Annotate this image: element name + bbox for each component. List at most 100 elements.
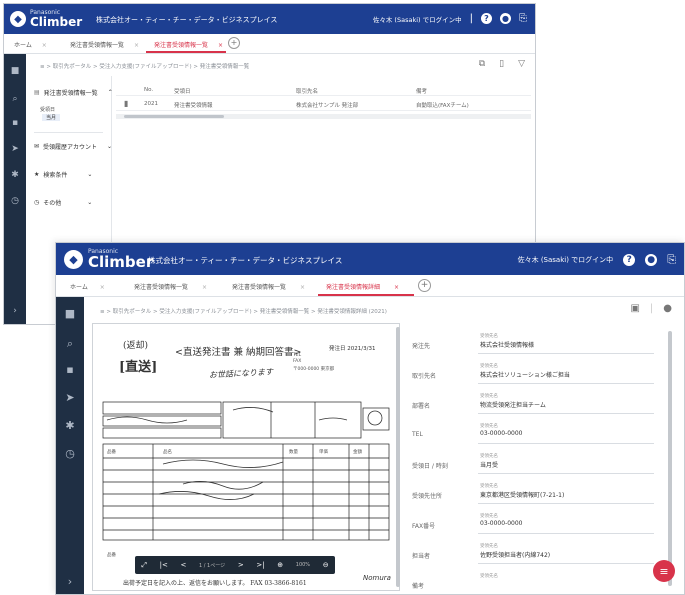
tab-home[interactable]: ホーム × [70, 282, 105, 291]
svg-text:数量: 数量 [289, 448, 298, 455]
breadcrumb: ≡ > 取引先ポータル > 受注入力支援(ファイルアップロード) > 発注書受領… [40, 64, 250, 70]
logout-icon[interactable]: ⎘ [667, 253, 676, 267]
gear-icon[interactable]: ✱ [4, 170, 26, 180]
collapse-icon[interactable]: ⌃ [108, 89, 113, 96]
brand-logo[interactable]: ◆ Panasonic Climber [10, 10, 82, 28]
fields-scrollbar[interactable] [668, 331, 672, 586]
tab-close-icon[interactable]: × [300, 284, 305, 291]
receipt-table: No. 受領日 取引先名 備考 ▮ 2021 発注書受領情報 株式会社サンプル … [116, 84, 531, 124]
filter-icon[interactable]: ⧉ [479, 59, 485, 69]
tab-bar: ホーム × 発注書受領情報一覧 × 発注書受領情報一覧 × + [4, 34, 535, 54]
field-notes[interactable]: 備考 受領先名 [412, 571, 662, 593]
zoom-out-icon[interactable]: ⊖ [323, 561, 329, 569]
help-icon[interactable]: ? [623, 254, 636, 266]
doc-kind: [直送] [119, 360, 158, 375]
add-tab-button[interactable]: + [418, 279, 431, 292]
info-icon[interactable]: ● [663, 303, 672, 314]
columns-icon[interactable]: ▯ [499, 59, 504, 69]
user-icon[interactable]: ● [500, 13, 511, 24]
tab-bar: ホーム × 発注書受領情報一覧 × 発注書受領情報一覧 × 発注書受領情報詳細 … [56, 275, 684, 297]
send-icon[interactable]: ➤ [4, 144, 26, 154]
logout-icon[interactable]: ⎘ [519, 13, 527, 24]
climber-logo-icon: ◆ [10, 11, 26, 27]
table-row[interactable]: ▮ 2021 発注書受領情報 株式会社サンプル 発注部 自動取込(FAXチーム) [116, 97, 531, 111]
zoom-level: 100% [295, 562, 311, 568]
help-icon[interactable]: ? [481, 13, 492, 24]
divider [34, 132, 103, 133]
clock-icon: ◷ [34, 199, 40, 206]
chevron-down-icon[interactable]: ⌄ [107, 143, 112, 150]
tab-close-icon[interactable]: × [134, 42, 139, 49]
tree-node-date[interactable]: 受領日 [40, 106, 55, 113]
tree-node-month[interactable]: 当月 [42, 114, 61, 121]
building-icon[interactable]: ▪ [4, 118, 26, 128]
move-icon[interactable]: ⤢ [141, 561, 147, 570]
active-tab-underline [146, 51, 226, 53]
tree-root[interactable]: ▤ 発注書受領情報一覧 ⌃ [34, 88, 113, 97]
last-page-button[interactable]: >| [256, 561, 264, 569]
tab-home[interactable]: ホーム × [14, 40, 47, 49]
funnel-icon[interactable]: ▽ [518, 59, 525, 69]
horizontal-scrollbar[interactable] [116, 114, 531, 119]
search-icon[interactable]: ⌕ [56, 337, 84, 351]
scroll-thumb[interactable] [124, 115, 224, 118]
tab-receipt-detail[interactable]: 発注書受領情報詳細 × [326, 282, 399, 291]
side-nav: ■ ⌕ ▪ ➤ ✱ ◷ › [56, 297, 84, 594]
menu-fab-button[interactable]: ≡ [653, 560, 675, 582]
gear-icon[interactable]: ✱ [56, 419, 84, 432]
field-address[interactable]: 受領先住所 受領先名 東京都港区受領情報町(7-21-1) [412, 481, 662, 511]
tab-receipt-list[interactable]: 発注書受領情報一覧 × [70, 40, 139, 49]
building-icon[interactable]: ▪ [56, 363, 84, 376]
toolbar: ▣ | ● [630, 303, 672, 314]
field-tel[interactable]: TEL 受領先名 03-0000-0000 [412, 421, 662, 451]
login-user[interactable]: 佐々木 (Sasaki) でログイン中 [373, 14, 462, 24]
clock-icon[interactable]: ◷ [56, 447, 84, 460]
toolbar: ⧉ ▯ ▽ [479, 59, 525, 69]
tab-close-icon[interactable]: × [218, 42, 223, 49]
doc-title: <直送発注書 兼 納期回答書> [175, 347, 302, 358]
tab-close-icon[interactable]: × [202, 284, 207, 291]
tab-receipt-list-active[interactable]: 発注書受領情報一覧 × [154, 40, 223, 49]
field-received-time[interactable]: 受領日 / 時刻 受領先名 当月受 [412, 451, 662, 481]
first-page-button[interactable]: |< [160, 561, 168, 569]
tab-close-icon[interactable]: × [100, 284, 105, 291]
brand-small: Panasonic [30, 9, 61, 16]
search-icon[interactable]: ⌕ [4, 94, 26, 104]
tree-section-search[interactable]: ★ 検索条件 ⌄ [34, 170, 92, 179]
tab-close-icon[interactable]: × [42, 42, 47, 49]
zoom-in-icon[interactable]: ⊕ [277, 561, 283, 569]
tree-section-account[interactable]: ✉ 受領履歴アカウント ⌄ [34, 142, 112, 151]
expand-icon[interactable]: › [56, 575, 84, 588]
chevron-down-icon[interactable]: ⌄ [87, 171, 92, 178]
field-contact[interactable]: 担当者 受領先名 佐野受領担当者(内線742) [412, 541, 662, 571]
svg-text:FAX: FAX [293, 358, 301, 364]
folder-icon[interactable]: ■ [56, 307, 84, 320]
preview-scrollbar[interactable] [396, 327, 400, 587]
field-vendor[interactable]: 発注先 受領先名 株式会社受領情報様 [412, 331, 662, 361]
send-icon[interactable]: ➤ [56, 391, 84, 404]
company-title: 株式会社オー・ティー・チー・データ・ビジネスプレイス [96, 16, 278, 24]
field-fax[interactable]: FAX番号 受領先名 03-0000-0000 [412, 511, 662, 541]
tree-section-other[interactable]: ◷ その他 ⌄ [34, 198, 92, 207]
tab-receipt-list-2[interactable]: 発注書受領情報一覧 × [232, 282, 305, 291]
chevron-down-icon[interactable]: ⌄ [87, 199, 92, 206]
field-customer[interactable]: 取引先名 受領先名 株式会社ソリューション様ご担当 [412, 361, 662, 391]
tab-close-icon[interactable]: × [394, 284, 399, 291]
prev-page-button[interactable]: < [180, 561, 186, 569]
login-user[interactable]: 佐々木 (Sasaki) でログイン中 [518, 255, 614, 265]
field-department[interactable]: 部署名 受領先名 物流受領発注担当チーム [412, 391, 662, 421]
tab-receipt-list[interactable]: 発注書受領情報一覧 × [134, 282, 207, 291]
file-icon: ▮ [124, 99, 129, 108]
next-page-button[interactable]: > [238, 561, 244, 569]
brand-logo[interactable]: ◆ Panasonic Climber [64, 249, 153, 270]
user-icon[interactable]: ● [645, 254, 658, 266]
folder-icon[interactable]: ■ [4, 66, 26, 76]
add-tab-button[interactable]: + [228, 37, 240, 49]
expand-icon[interactable]: › [4, 306, 26, 316]
app-header: ◆ Panasonic Climber 株式会社オー・ティー・チー・データ・ビジネ… [4, 4, 535, 34]
page-indicator: 1 / 1ページ [199, 562, 226, 569]
clock-icon[interactable]: ◷ [4, 196, 26, 206]
viewer-controls: ⤢ |< < 1 / 1ページ > >| ⊕ 100% ⊖ [135, 556, 335, 574]
image-icon[interactable]: ▣ [630, 303, 639, 314]
doc-date: 発注日 2021/3/31 [329, 346, 376, 352]
